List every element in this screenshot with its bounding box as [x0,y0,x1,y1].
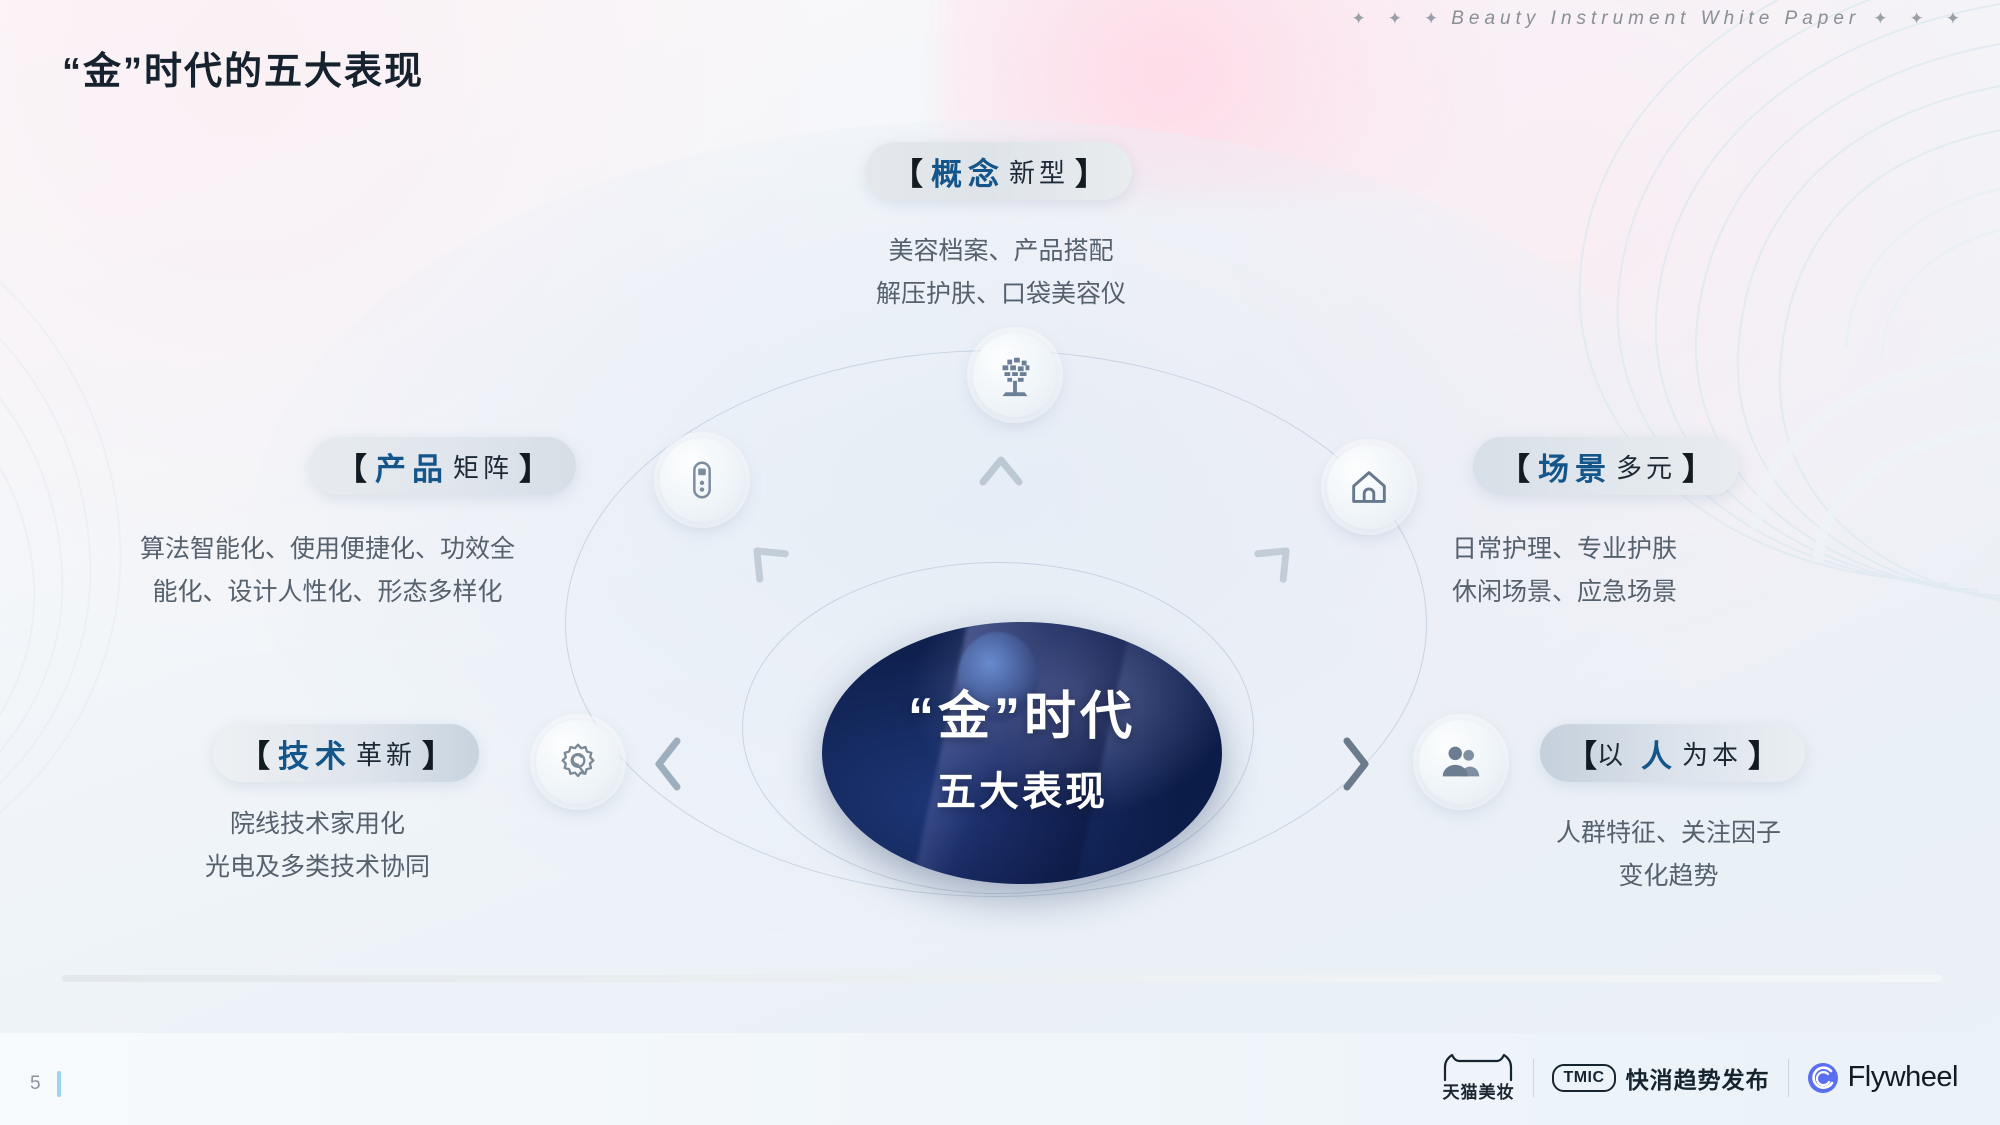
desc-product: 算法智能化、使用便捷化、功效全 能化、设计人性化、形态多样化 [140,528,515,614]
desc-line: 美容档案、产品搭配 [888,237,1114,265]
flywheel-text: Flywheel [1847,1061,1959,1093]
desc-line: 休闲场景、应急场景 [1452,578,1678,606]
chevron-left-icon [650,735,686,793]
bracket-open: 【 [239,738,270,774]
logo-tmic: TMIC 快消趋势发布 [1552,1061,1769,1095]
diamond-ornament-right: ✦ ✦ ✦ [1873,9,1960,28]
slide-canvas: “金”时代的五大表现 ✦ ✦ ✦ Beauty Instrument White… [0,0,2000,1125]
node-icon-concept[interactable] [973,333,1057,417]
diamond-ornament-left: ✦ ✦ ✦ [1351,9,1439,28]
core-title-line1: “金”时代 [907,688,1136,747]
logo-flywheel: Flywheel [1807,1061,1959,1094]
label-pill-people[interactable]: 【 以 人 为本 】 [1540,724,1806,782]
desc-line: 院线技术家用化 [230,810,406,838]
logo-tmall-text: 天猫美妆 [1442,1083,1515,1102]
desc-line: 变化趋势 [1618,862,1719,890]
desc-line: 光电及多类技术协同 [205,853,431,881]
device-icon [693,461,711,499]
bracket-close: 】 [1075,156,1107,192]
desc-line: 人群特征、关注因子 [1556,819,1782,847]
label-pill-scenario[interactable]: 【 场景 多元 】 [1473,437,1740,495]
desc-people: 人群特征、关注因子 变化趋势 [1556,812,1781,898]
tree-icon [1002,357,1030,397]
node-icon-people[interactable] [1419,720,1503,804]
logo-divider [1787,1058,1789,1097]
gear-wrench-icon [561,743,595,778]
logo-divider [1533,1058,1535,1097]
desc-technology: 院线技术家用化 光电及多类技术协同 [205,803,430,889]
label-rest-product: 矩阵 [453,452,514,483]
node-icon-product[interactable] [660,438,744,522]
label-highlight-people: 人 [1641,738,1679,774]
header-eyebrow: ✦ ✦ ✦ Beauty Instrument White Paper ✦ ✦ … [1351,8,1960,30]
tmic-badge: TMIC [1552,1063,1616,1092]
desc-concept: 美容档案、产品搭配 解压护肤、口袋美容仪 [876,230,1126,316]
desc-scenario: 日常护理、专业护肤 休闲场景、应急场景 [1452,528,1677,614]
desc-line: 算法智能化、使用便捷化、功效全 [140,535,516,563]
chevron-up-icon [977,452,1025,488]
desc-line: 解压护肤、口袋美容仪 [876,280,1127,308]
desc-line: 能化、设计人性化、形态多样化 [152,578,503,606]
flywheel-swirl-icon [1807,1062,1838,1093]
node-icon-technology[interactable] [536,720,620,804]
label-highlight-concept: 概念 [931,156,1005,192]
label-rest-scenario: 多元 [1616,452,1677,483]
footer-logos: 天猫美妆 TMIC 快消趋势发布 Flywheel [1441,1052,1959,1103]
label-highlight-technology: 技术 [278,738,352,774]
node-icon-scenario[interactable] [1327,445,1411,529]
page-number-group: 5 [30,1071,61,1097]
bracket-open: 【 [1566,738,1597,774]
core-title-line2: 五大表现 [936,769,1108,814]
label-pill-product[interactable]: 【 产品 矩阵 】 [310,437,577,495]
tmic-badge-text: TMIC [1563,1068,1605,1086]
bracket-close: 】 [1748,738,1780,774]
logo-tmall-beauty: 天猫美妆 [1441,1052,1515,1103]
bracket-close: 】 [1682,451,1714,487]
eyebrow-text: Beauty Instrument White Paper [1451,8,1861,29]
bracket-close: 】 [519,451,551,487]
footer-divider-rule [62,975,1942,982]
page-title: “金”时代的五大表现 [62,51,425,93]
page-accent-bar [56,1071,61,1097]
desc-line: 日常护理、专业护肤 [1452,535,1678,563]
label-pill-concept[interactable]: 【 概念 新型 】 [866,142,1133,200]
label-highlight-pre-people: 以 [1597,739,1628,770]
bracket-open: 【 [336,451,367,487]
chevron-right-icon [1338,735,1374,793]
page-number: 5 [30,1073,41,1094]
label-pill-technology[interactable]: 【 技术 革新 】 [213,724,480,782]
home-icon [1352,471,1386,503]
label-highlight-product: 产品 [375,451,449,487]
bracket-open: 【 [892,156,923,192]
tmic-label: 快消趋势发布 [1625,1066,1770,1093]
center-core-ellipse: “金”时代 五大表现 [822,622,1222,884]
bracket-open: 【 [1499,451,1530,487]
label-highlight-scenario: 场景 [1538,451,1612,487]
people-icon [1442,746,1480,777]
bracket-close: 】 [422,738,454,774]
label-rest-technology: 革新 [356,739,417,770]
label-rest-people: 为本 [1682,739,1743,770]
label-rest-concept: 新型 [1009,157,1070,188]
